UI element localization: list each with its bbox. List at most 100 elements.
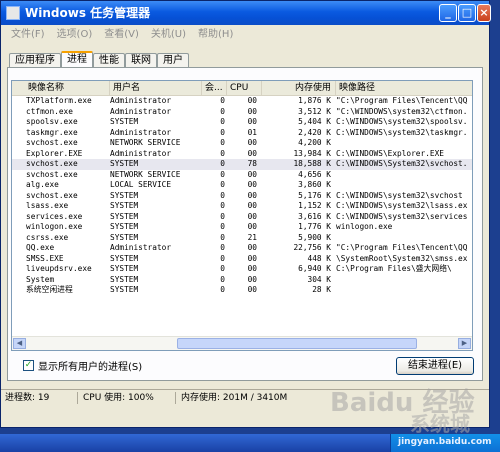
minimize-button[interactable]: _ (439, 4, 457, 22)
menu-shutdown[interactable]: 关机(U) (145, 27, 192, 43)
tab-networking[interactable]: 联网 (125, 53, 157, 68)
process-row[interactable]: 系统空闲进程 SYSTEM 0 00 28 K (12, 285, 472, 296)
column-session[interactable]: 会... (202, 81, 227, 95)
process-row[interactable]: spoolsv.exe SYSTEM 0 00 5,404 K C:\WINDOWS\sy… (12, 117, 472, 128)
process-row[interactable]: System SYSTEM 0 00 304 K (12, 275, 472, 286)
end-process-button[interactable]: 结束进程(E) (396, 357, 474, 375)
process-name: 系统空闲进程 (26, 285, 73, 294)
process-cpu: 21 (247, 232, 257, 242)
maximize-button[interactable]: □ (458, 4, 476, 22)
status-separator (175, 392, 176, 404)
process-memory: 13,984 K (293, 148, 331, 158)
process-path: "C:\Program Files\Tencent\QQ (336, 243, 468, 252)
process-row[interactable]: winlogon.exe SYSTEM 0 00 1,776 Kwinlogon.exe (12, 222, 472, 233)
menu-help[interactable]: 帮助(H) (192, 27, 239, 43)
tray-watermark-text: jingyan.baidu.com (398, 437, 492, 447)
scroll-left-icon[interactable]: ◀ (13, 338, 26, 349)
column-image-name[interactable]: 映像名称 (12, 81, 110, 95)
process-path: C:\Program Files\盛大网络\ (336, 264, 452, 273)
process-user: Administrator (110, 148, 172, 158)
menu-view[interactable]: 查看(V) (98, 27, 145, 43)
scrollbar-thumb[interactable] (177, 338, 417, 349)
process-list[interactable]: 映像名称 用户名 会... CPU 内存使用 映像路径 TXPlatform.e… (11, 80, 473, 351)
process-user: SYSTEM (110, 211, 139, 221)
process-memory: 22,756 K (293, 243, 331, 252)
process-path: C:\WINDOWS\system32\svchost (336, 190, 463, 200)
process-user: Administrator (110, 243, 172, 252)
process-memory: 3,860 K (298, 180, 331, 189)
scroll-right-icon[interactable]: ▶ (458, 338, 471, 349)
process-memory: 1,876 K (298, 96, 331, 105)
process-memory: 18,588 K (293, 159, 331, 168)
process-name: taskmgr.exe (26, 127, 78, 137)
process-row[interactable]: csrss.exe SYSTEM 0 21 5,900 K (12, 233, 472, 244)
horizontal-scrollbar[interactable]: ◀ ▶ (12, 336, 472, 350)
process-session: 0 (220, 243, 225, 252)
close-button[interactable]: × (477, 4, 491, 22)
process-name: SMSS.EXE (26, 253, 64, 263)
process-memory: 304 K (307, 274, 331, 284)
task-manager-icon (6, 6, 20, 20)
process-rows: TXPlatform.exe Administrator 0 00 1,876 K "C:… (12, 96, 472, 296)
watermark-xitongcheng: 系统城 (410, 412, 470, 436)
process-name: alg.exe (26, 180, 59, 189)
process-user: SYSTEM (110, 117, 139, 126)
process-row[interactable]: taskmgr.exe Administrator 0 01 2,420 K C:\WIN… (12, 128, 472, 139)
process-user: Administrator (110, 96, 172, 105)
process-row[interactable]: svchost.exe NETWORK SERVICE 0 00 4,656 K (12, 170, 472, 181)
process-user: SYSTEM (110, 159, 139, 168)
process-name: svchost.exe (26, 138, 78, 147)
process-row[interactable]: alg.exe LOCAL SERVICE 0 00 3,860 K (12, 180, 472, 191)
tab-performance[interactable]: 性能 (93, 53, 125, 68)
process-cpu: 00 (247, 253, 257, 263)
process-session: 0 (220, 106, 225, 116)
show-all-users-option[interactable]: ✓ 显示所有用户的进程(S) (23, 358, 142, 373)
tab-applications[interactable]: 应用程序 (9, 53, 61, 68)
title-bar[interactable]: Windows 任务管理器 _ □ × (1, 1, 491, 25)
process-row[interactable]: services.exe SYSTEM 0 00 3,616 K C:\WINDOWS\s… (12, 212, 472, 223)
process-row[interactable]: svchost.exe NETWORK SERVICE 0 00 4,200 K (12, 138, 472, 149)
process-row[interactable]: SMSS.EXE SYSTEM 0 00 448 K \SystemRoot\System… (12, 254, 472, 265)
process-path: "C:\Program Files\Tencent\QQ (336, 96, 468, 105)
process-cpu: 00 (247, 190, 257, 200)
tab-processes[interactable]: 进程 (61, 51, 93, 68)
process-row[interactable]: QQ.exe Administrator 0 00 22,756 K "C:\Progra… (12, 243, 472, 254)
process-user: SYSTEM (110, 274, 139, 284)
process-row[interactable]: ctfmon.exe Administrator 0 00 3,512 K "C:\WIN… (12, 107, 472, 118)
process-cpu: 01 (247, 127, 257, 137)
status-memory-usage: 内存使用: 201M / 3410M (181, 393, 288, 403)
process-session: 0 (220, 180, 225, 189)
process-memory: 5,404 K (298, 117, 331, 126)
process-row[interactable]: Explorer.EXE Administrator 0 00 13,984 K C:\W… (12, 149, 472, 160)
process-name: System (26, 274, 55, 284)
show-all-users-checkbox[interactable]: ✓ (23, 360, 34, 371)
process-row[interactable]: TXPlatform.exe Administrator 0 00 1,876 K "C:… (12, 96, 472, 107)
process-row[interactable]: svchost.exe SYSTEM 0 00 5,176 K C:\WINDOWS\sy… (12, 191, 472, 202)
process-list-header: 映像名称 用户名 会... CPU 内存使用 映像路径 (12, 81, 472, 96)
process-cpu: 00 (247, 243, 257, 252)
process-cpu: 00 (247, 285, 257, 294)
process-row[interactable]: lsass.exe SYSTEM 0 00 1,152 K C:\WINDOWS\syst… (12, 201, 472, 212)
process-session: 0 (220, 201, 225, 210)
column-cpu[interactable]: CPU (227, 81, 262, 95)
process-path: "C:\WINDOWS\system32\ctfmon. (336, 106, 468, 116)
tab-users[interactable]: 用户 (157, 53, 189, 68)
menu-file[interactable]: 文件(F) (5, 27, 51, 43)
process-cpu: 00 (247, 106, 257, 116)
process-memory: 3,512 K (298, 106, 331, 116)
column-memory[interactable]: 内存使用 (262, 81, 336, 95)
process-row[interactable]: svchost.exe SYSTEM 0 78 18,588 K C:\WINDOWS\S… (12, 159, 472, 170)
process-session: 0 (220, 274, 225, 284)
menu-options[interactable]: 选项(O) (51, 27, 99, 43)
process-row[interactable]: liveupdsrv.exe SYSTEM 0 00 6,940 K C:\Program… (12, 264, 472, 275)
process-memory: 4,200 K (298, 138, 331, 147)
column-image-path[interactable]: 映像路径 (336, 81, 472, 95)
process-name: spoolsv.exe (26, 117, 78, 126)
process-session: 0 (220, 96, 225, 105)
process-cpu: 78 (247, 159, 257, 168)
column-user-name[interactable]: 用户名 (110, 81, 202, 95)
process-path: C:\WINDOWS\system32\services (336, 211, 468, 221)
process-user: SYSTEM (110, 253, 139, 263)
process-cpu: 00 (247, 201, 257, 210)
task-manager-window: Windows 任务管理器 _ □ × 文件(F) 选项(O) 查看(V) 关机… (0, 0, 491, 428)
